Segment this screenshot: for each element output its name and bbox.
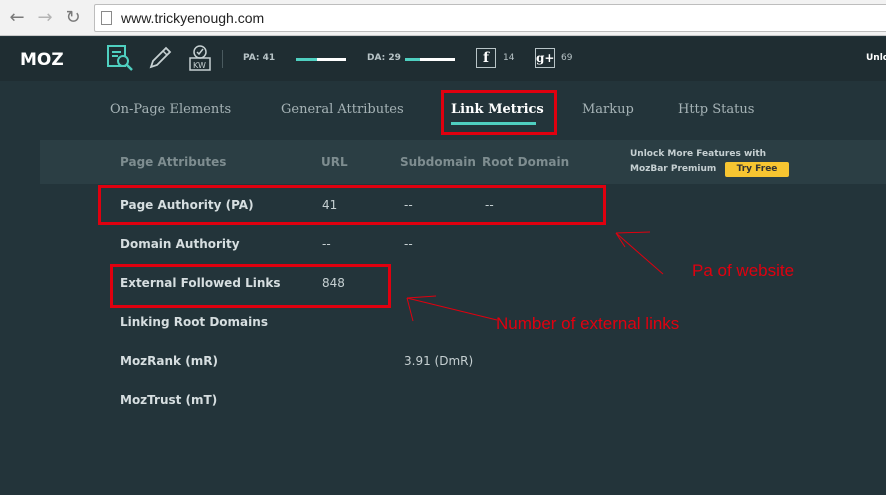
annotation-arrows xyxy=(406,231,664,322)
links-arrow-head-bottom xyxy=(406,297,414,322)
annotation-pa-of-website: Pa of website xyxy=(692,261,795,280)
links-arrow-head-top xyxy=(406,295,437,299)
pa-arrow-head-top xyxy=(615,231,651,234)
annotation-number-of-external-links: Number of external links xyxy=(496,314,680,333)
pa-arrow-line xyxy=(615,232,664,275)
links-arrow-line xyxy=(406,297,498,321)
